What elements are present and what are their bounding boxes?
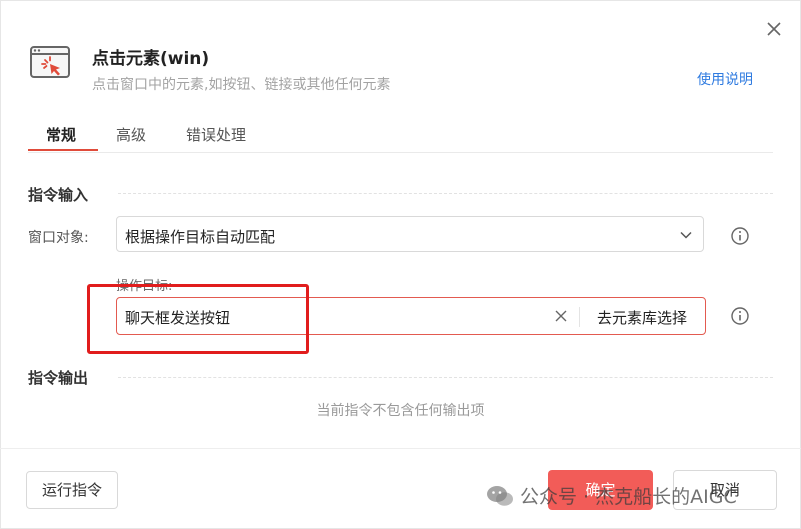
input-divider <box>579 307 580 327</box>
dialog-subtitle: 点击窗口中的元素,如按钮、链接或其他任何元素 <box>92 77 391 93</box>
info-icon[interactable] <box>730 306 750 326</box>
dialog-title: 点击元素(win) <box>92 49 210 69</box>
tab-error-handling[interactable]: 错误处理 <box>186 124 246 145</box>
tab-advanced[interactable]: 高级 <box>116 124 146 145</box>
watermark-text: 公众号 · 杰克船长的AIGC <box>520 486 737 508</box>
footer-divider <box>0 448 801 449</box>
wechat-icon <box>487 486 513 506</box>
info-icon[interactable] <box>730 226 750 246</box>
click-element-icon <box>30 46 70 78</box>
section-divider <box>118 377 773 378</box>
clear-icon[interactable] <box>553 308 569 324</box>
active-tab-indicator <box>28 149 98 151</box>
tab-bar: 常规 高级 错误处理 <box>28 118 773 153</box>
help-link[interactable]: 使用说明 <box>697 69 753 89</box>
close-icon <box>767 22 781 36</box>
run-command-button[interactable]: 运行指令 <box>26 471 118 509</box>
annotation-highlight-box <box>87 284 309 354</box>
window-object-select[interactable]: 根据操作目标自动匹配 <box>116 216 704 252</box>
input-section-title: 指令输入 <box>28 186 89 204</box>
tab-general[interactable]: 常规 <box>46 124 76 145</box>
window-object-value: 根据操作目标自动匹配 <box>125 228 276 246</box>
chevron-down-icon <box>680 231 692 239</box>
window-object-label: 窗口对象: <box>28 230 89 246</box>
empty-output-text: 当前指令不包含任何输出项 <box>316 403 485 419</box>
close-button[interactable] <box>764 19 784 39</box>
output-section-title: 指令输出 <box>28 369 89 387</box>
section-divider <box>118 193 773 194</box>
element-library-button[interactable]: 去元素库选择 <box>597 307 687 328</box>
